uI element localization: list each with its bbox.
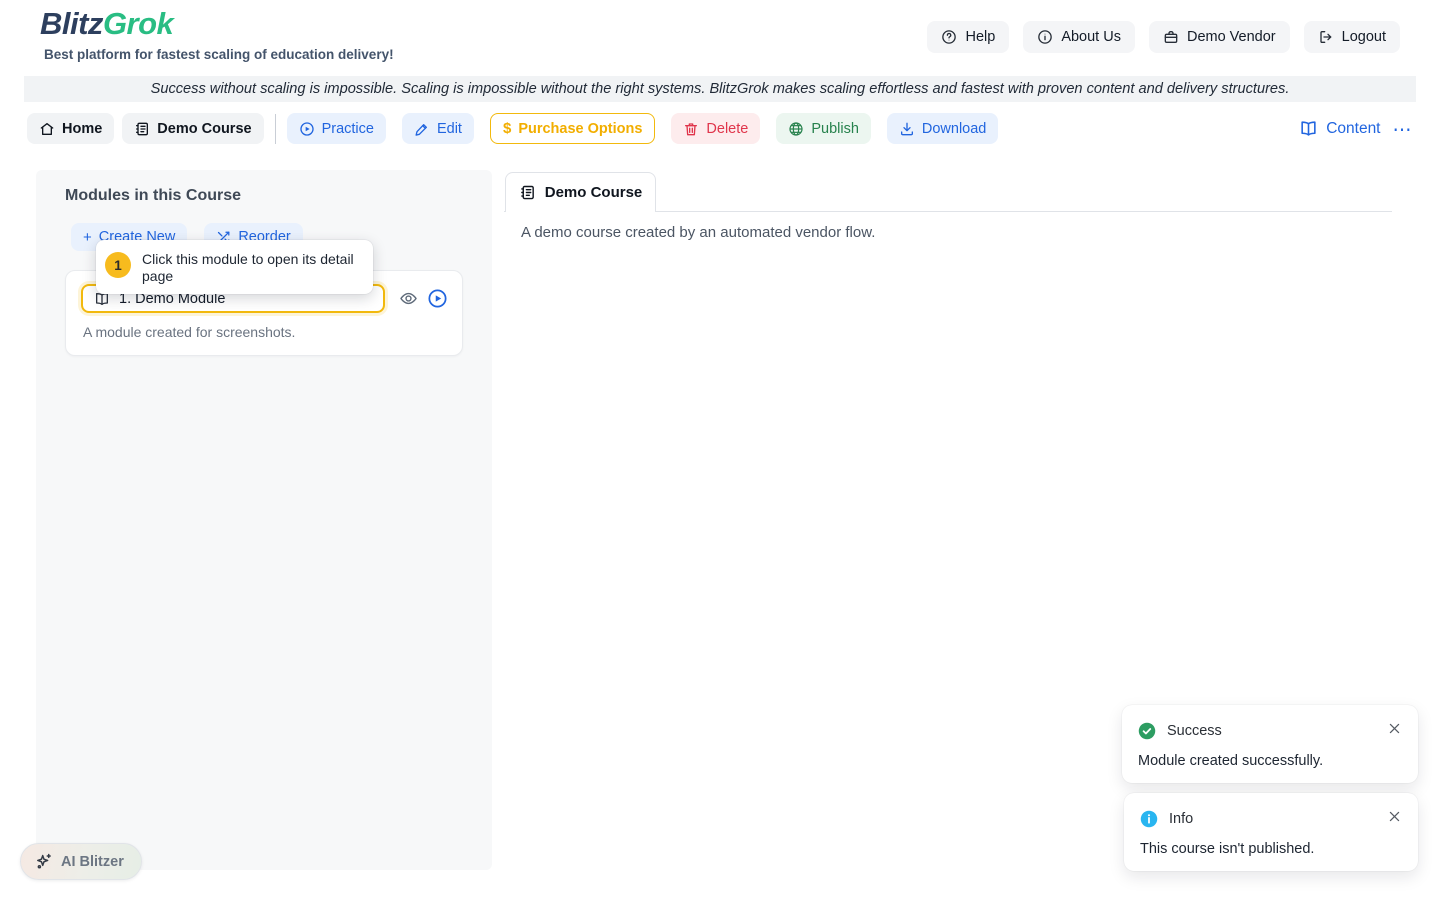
edit-label: Edit [437,121,462,137]
edit-button[interactable]: Edit [402,113,474,144]
publish-button[interactable]: Publish [776,113,871,144]
play-circle-icon [299,121,315,137]
preview-eye-icon[interactable] [399,289,418,308]
close-icon[interactable] [1385,807,1404,829]
sparkles-icon [34,852,53,871]
help-label: Help [965,29,995,45]
dollar-icon: $ [503,120,511,137]
help-button[interactable]: Help [927,21,1009,53]
tooltip-text: Click this module to open its detail pag… [142,249,363,285]
toast-info-message: This course isn't published. [1140,841,1314,857]
toolbar-divider [275,114,276,144]
content-button[interactable]: Content [1299,119,1380,138]
demo-vendor-button[interactable]: Demo Vendor [1149,21,1290,53]
modules-panel-title: Modules in this Course [65,187,241,205]
download-icon [899,121,915,137]
info-icon [1037,29,1053,45]
toolbar-nav-group: Home Demo Course [27,113,264,144]
header-actions: Help About Us Demo Vendor Logout [927,21,1400,53]
brand-logo-part2: Grok [103,6,173,41]
notebook-icon [134,121,150,137]
check-circle-icon [1138,722,1156,740]
course-description: A demo course created by an automated ve… [521,224,875,241]
purchase-options-button[interactable]: $ Purchase Options [490,113,655,144]
home-button[interactable]: Home [27,113,114,144]
step-badge: 1 [105,252,131,278]
onboarding-tooltip: 1 Click this module to open its detail p… [96,240,373,294]
more-options-icon[interactable]: ⋯ [1393,122,1414,136]
brand-logo-part1: Blitz [40,6,103,41]
play-circle-icon[interactable] [427,288,448,309]
globe-icon [788,121,804,137]
close-icon[interactable] [1385,719,1404,741]
ai-blitzer-label: AI Blitzer [61,854,124,870]
demo-course-button[interactable]: Demo Course [122,113,263,144]
logout-label: Logout [1342,29,1386,45]
toast-success: Success Module created successfully. [1122,705,1418,783]
publish-label: Publish [811,121,859,137]
brand-tagline: Best platform for fastest scaling of edu… [44,47,394,62]
purchase-options-label: Purchase Options [518,121,642,137]
delete-label: Delete [706,121,748,137]
about-us-button[interactable]: About Us [1023,21,1135,53]
pencil-icon [414,121,430,137]
toast-info-head: Info [1140,810,1193,828]
briefcase-icon [1163,29,1179,45]
toast-info-title: Info [1169,811,1193,827]
module-description: A module created for screenshots. [83,324,295,340]
book-icon [1299,119,1318,138]
toolbar-action-group: Practice Edit $ Purchase Options Delete [287,113,999,144]
ai-blitzer-button[interactable]: AI Blitzer [20,843,142,880]
course-toolbar: Home Demo Course Practice Edit [27,113,1413,144]
logout-icon [1318,29,1334,45]
demo-vendor-label: Demo Vendor [1187,29,1276,45]
about-us-label: About Us [1061,29,1121,45]
logout-button[interactable]: Logout [1304,21,1400,53]
tab-demo-course-label: Demo Course [545,184,643,201]
practice-label: Practice [322,121,374,137]
modules-panel: Modules in this Course + Create New Reor… [36,170,492,870]
toast-success-message: Module created successfully. [1138,753,1323,769]
download-button[interactable]: Download [887,113,999,144]
app-frame: BlitzGrok Best platform for fastest scal… [0,0,1440,900]
download-label: Download [922,121,987,137]
demo-course-label: Demo Course [157,121,251,137]
toast-success-title: Success [1167,723,1222,739]
info-circle-icon [1140,810,1158,828]
marketing-banner: Success without scaling is impossible. S… [24,76,1416,102]
content-label: Content [1326,120,1380,138]
tab-demo-course[interactable]: Demo Course [505,172,656,212]
practice-button[interactable]: Practice [287,113,386,144]
toast-info: Info This course isn't published. [1124,793,1418,871]
notebook-icon [519,184,536,201]
plus-icon: + [83,229,92,246]
toolbar-right-group: Content ⋯ [1299,119,1413,138]
home-label: Home [62,121,102,137]
trash-icon [683,121,699,137]
brand-logo: BlitzGrok [40,6,173,42]
toast-success-head: Success [1138,722,1222,740]
help-icon [941,29,957,45]
delete-button[interactable]: Delete [671,113,760,144]
home-icon [39,121,55,137]
